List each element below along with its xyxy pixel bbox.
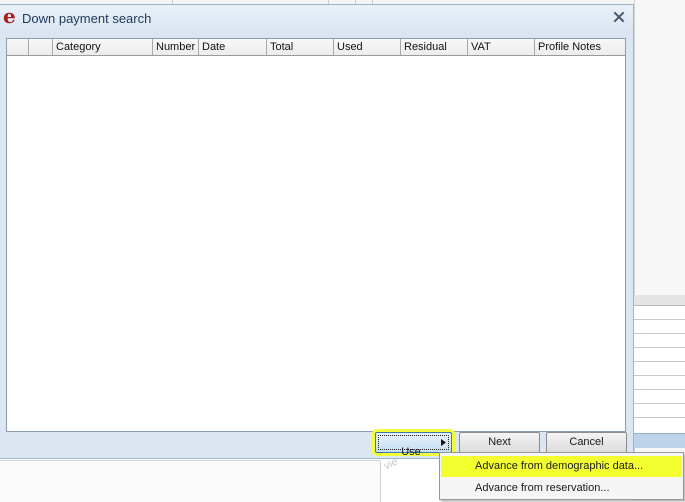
app-logo-icon: e <box>3 4 16 28</box>
background-grid-row <box>634 334 685 348</box>
background-grid-row <box>634 348 685 362</box>
column-header-residual[interactable]: Residual <box>401 39 468 55</box>
down-payment-search-dialog: e Down payment search Category Number Da… <box>0 4 634 459</box>
background-grid-row <box>634 320 685 334</box>
background-status-bar <box>634 433 685 448</box>
column-header-category[interactable]: Category <box>53 39 153 55</box>
column-header-select[interactable] <box>29 39 53 55</box>
close-button[interactable] <box>612 11 626 24</box>
grid-header: Category Number Date Total Used Residual… <box>7 39 625 56</box>
use-button-label: Use <box>401 445 421 458</box>
use-submenu: Advance from demographic data... Advance… <box>439 452 684 500</box>
column-header-number[interactable]: Number <box>153 39 199 55</box>
background-grid-row <box>634 390 685 404</box>
down-payment-grid[interactable]: Category Number Date Total Used Residual… <box>6 38 626 432</box>
background-grid-header <box>634 295 685 306</box>
background-divider <box>380 461 381 502</box>
background-grid-row <box>634 376 685 390</box>
column-header-indicator[interactable] <box>7 39 29 55</box>
menu-item-advance-reservation[interactable]: Advance from reservation... <box>441 478 682 499</box>
background-grid-row <box>634 404 685 418</box>
menu-item-advance-demographic[interactable]: Advance from demographic data... <box>441 456 682 477</box>
close-icon <box>613 11 625 23</box>
column-header-total[interactable]: Total <box>267 39 334 55</box>
submenu-arrow-icon <box>441 439 446 446</box>
background-grid <box>634 295 685 435</box>
background-grid-row <box>634 306 685 320</box>
column-header-profile-notes[interactable]: Profile Notes <box>535 39 625 55</box>
next-button[interactable]: Next <box>459 432 540 453</box>
cancel-button[interactable]: Cancel <box>546 432 627 453</box>
column-header-vat[interactable]: VAT <box>468 39 535 55</box>
title-bar[interactable]: e Down payment search <box>0 5 633 33</box>
background-bottom-grid <box>0 460 381 502</box>
background-grid-row <box>634 362 685 376</box>
column-header-date[interactable]: Date <box>199 39 267 55</box>
column-header-used[interactable]: Used <box>334 39 401 55</box>
use-button[interactable]: Use <box>375 432 452 458</box>
window-title: Down payment search <box>22 11 152 26</box>
